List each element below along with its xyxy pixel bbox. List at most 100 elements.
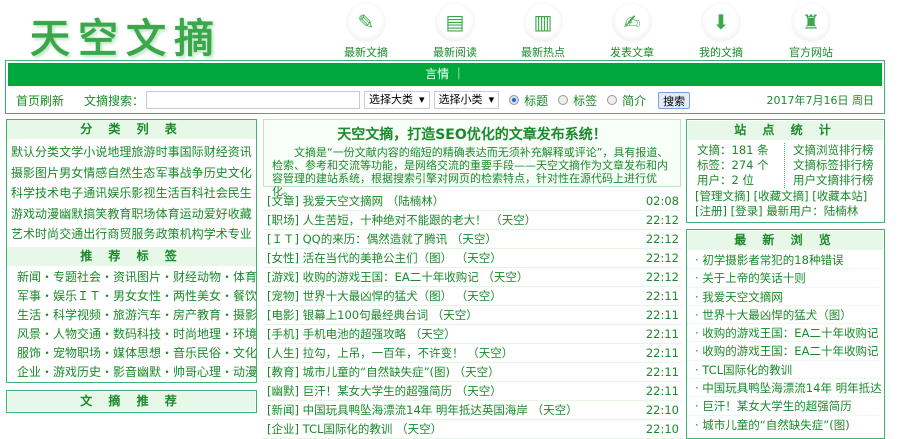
recent-browse-link[interactable]: · 收购的游戏王国：EA二十年收购记	[687, 324, 881, 343]
nav-item[interactable]: ✎ 最新文摘	[331, 0, 401, 60]
tag-link[interactable]: 汽车・房产	[137, 306, 197, 325]
manage-links[interactable]: [管理文摘] [收藏文摘] [收藏本站]	[687, 189, 884, 204]
category-link[interactable]: 交通出行	[59, 224, 107, 245]
subcategory-select-value: 选择小类	[438, 93, 483, 106]
tag-link[interactable]: 职场・媒体	[77, 344, 137, 363]
category-link[interactable]: 电子通讯	[59, 183, 107, 204]
recent-browse-link[interactable]: · 中国玩具鸭坠海漂流14年 明年抵达英国海岸	[687, 379, 881, 398]
tag-link[interactable]: 服饰・宠物	[17, 344, 77, 363]
radio-tag-label[interactable]: 标签	[573, 92, 597, 109]
nav-item[interactable]: ▥ 最新热点	[508, 0, 578, 60]
article-title-link[interactable]: [职场] 人生苦短，十种绝对不能跟的老大！ （天空）	[267, 211, 536, 229]
recent-browse-link[interactable]: · 关于上帝的笑话十则	[687, 269, 881, 288]
article-title-link[interactable]: [手机] 手机电池的超强攻略 （天空）	[267, 325, 456, 343]
tag-link[interactable]: 生活・科学	[17, 306, 77, 325]
tag-link[interactable]: 教育・摄影	[197, 306, 257, 325]
article-title-link[interactable]: [电影] 银幕上100句最经典台词 （天空）	[267, 306, 478, 324]
home-refresh-link[interactable]: 首页刷新	[16, 92, 64, 109]
stats-header: 站 点 统 计	[688, 121, 883, 140]
stat-tags: 标签：274 个	[697, 158, 769, 172]
tag-link[interactable]: 幽默・帅哥	[137, 363, 197, 382]
rank-browse-link[interactable]: 文摘浏览排行榜	[793, 143, 874, 158]
tag-link[interactable]: 心理・动漫	[197, 363, 257, 382]
account-links[interactable]: [注册] [登录] 最新用户：陆楠林	[687, 204, 884, 219]
recent-browse-link[interactable]: · 我爱天空文摘网	[687, 288, 881, 306]
recent-browse-link[interactable]: · 收购的游戏王国：EA二十年收购记	[687, 342, 881, 361]
category-link[interactable]: 爱好收藏	[204, 204, 252, 225]
tag-link[interactable]: 美女・餐饮	[197, 287, 257, 306]
tag-link[interactable]: 图片・财经	[137, 268, 197, 287]
recent-browse-link[interactable]: · 世界十大最凶悍的猛犬（图）	[687, 306, 881, 325]
nav-item-label: 我的文摘	[699, 46, 743, 59]
tag-link[interactable]: 动物・体育	[197, 268, 257, 287]
category-link[interactable]: 教育职场	[107, 204, 155, 225]
article-title-link[interactable]: [ＩＴ] QQ的来历：偶然造就了腾讯 （天空）	[267, 230, 497, 248]
nav-item[interactable]: ▤ 最新阅读	[420, 0, 490, 60]
category-link[interactable]: 体育运动	[156, 204, 204, 225]
search-input[interactable]	[146, 91, 361, 109]
tag-link[interactable]: 女性・两性	[137, 287, 197, 306]
category-link[interactable]: 地理旅游	[107, 142, 155, 163]
tag-link[interactable]: 民俗・文化	[197, 344, 257, 363]
category-link[interactable]: 游戏动漫	[11, 204, 59, 225]
category-link[interactable]: 商贸服务	[107, 224, 155, 245]
recent-browse-link[interactable]: · 巨汗！某女大学生的超强简历	[687, 397, 881, 416]
article-title-link[interactable]: [宠物] 世界十大最凶悍的猛犬（图） （天空）	[267, 287, 502, 305]
article-title-link[interactable]: [游戏] 收购的游戏王国：EA二十年收购记 （天空）	[267, 268, 528, 286]
tag-link[interactable]: 军事・娱乐	[17, 287, 77, 306]
recent-browse-link[interactable]: · TCL国际化的教训	[687, 361, 881, 380]
tag-link[interactable]: 新闻・专题	[17, 268, 77, 287]
category-select[interactable]: 选择大类 ▾	[364, 91, 430, 109]
category-link[interactable]: 财经资讯	[204, 142, 252, 163]
article-title-link[interactable]: [女性] 活在当代的美艳公主们（图） （天空）	[267, 249, 502, 267]
category-link[interactable]: 自然生态	[107, 163, 155, 184]
nav-item[interactable]: ✍ 发表文章	[597, 0, 667, 60]
category-link[interactable]: 文学小说	[59, 142, 107, 163]
tag-link[interactable]: 社会・资讯	[77, 268, 137, 287]
category-link[interactable]: 默认分类	[11, 142, 59, 163]
category-link[interactable]: 摄影图片	[11, 163, 59, 184]
category-link[interactable]: 娱乐影视	[107, 183, 155, 204]
category-link[interactable]: 社会民生	[204, 183, 252, 204]
article-title-link[interactable]: [幽默] 巨汗！某女大学生的超强简历 （天空）	[267, 382, 502, 400]
radio-title[interactable]	[509, 95, 520, 105]
tag-link[interactable]: 风景・人物	[17, 325, 77, 344]
tag-link[interactable]: 企业・游戏	[17, 363, 77, 382]
category-link[interactable]: 军事战争	[156, 163, 204, 184]
rank-users-link[interactable]: 用户文摘排行榜	[793, 173, 874, 188]
rank-tags-link[interactable]: 文摘标签排行榜	[793, 158, 874, 173]
category-link[interactable]: 政策机构	[156, 224, 204, 245]
article-title-link[interactable]: [教育] 城市儿童的“自然缺失症”(图) （天空）	[267, 363, 500, 381]
recent-browse-link[interactable]: · 城市儿童的“自然缺失症”(图)	[687, 416, 881, 434]
category-link[interactable]: 时事国际	[156, 142, 204, 163]
nav-item[interactable]: ♜ 官方网站	[776, 0, 846, 60]
category-link[interactable]: 历史文化	[204, 163, 252, 184]
tag-link[interactable]: 视频・旅游	[77, 306, 137, 325]
category-link[interactable]: 艺术时尚	[11, 224, 59, 245]
category-band[interactable]: 言情 ｜	[8, 63, 882, 86]
category-link[interactable]: 生活百科	[156, 183, 204, 204]
category-link[interactable]: 幽默搞笑	[59, 204, 107, 225]
tag-link[interactable]: 思想・音乐	[137, 344, 197, 363]
subcategory-select[interactable]: 选择小类 ▾	[433, 91, 500, 109]
radio-title-label[interactable]: 标题	[524, 92, 548, 109]
category-link[interactable]: 男女情感	[59, 163, 107, 184]
tag-link[interactable]: 科技・时尚	[137, 325, 197, 344]
recent-browse-link[interactable]: · 初学摄影者常犯的18种错误	[687, 251, 881, 270]
site-logo[interactable]: 天空文摘	[30, 6, 222, 64]
radio-tag[interactable]	[558, 95, 569, 105]
article-title-link[interactable]: [文章] 我爱天空文摘网 （陆楠林）	[267, 192, 444, 210]
tag-link[interactable]: 历史・影音	[77, 363, 137, 382]
tag-link[interactable]: 交通・数码	[77, 325, 137, 344]
tag-link[interactable]: 地理・环境	[197, 325, 257, 344]
tag-link[interactable]: ＩＴ・男女	[77, 287, 137, 306]
article-title-link[interactable]: [人生] 拉勾，上吊，一百年，不许变！ （天空）	[267, 344, 513, 362]
article-title-link[interactable]: [企业] TCL国际化的教训 （天空）	[267, 420, 442, 438]
radio-summary-label[interactable]: 简介	[622, 92, 646, 109]
nav-item[interactable]: ⬇ 我的文摘	[686, 0, 756, 60]
search-button[interactable]: 搜索	[658, 91, 691, 109]
article-title-link[interactable]: [新闻] 中国玩具鸭坠海漂流14年 明年抵达英国海岸 （天空）	[267, 401, 578, 419]
category-link[interactable]: 科学技术	[11, 183, 59, 204]
category-link[interactable]: 学术专业	[204, 224, 252, 245]
radio-summary[interactable]	[607, 95, 618, 105]
